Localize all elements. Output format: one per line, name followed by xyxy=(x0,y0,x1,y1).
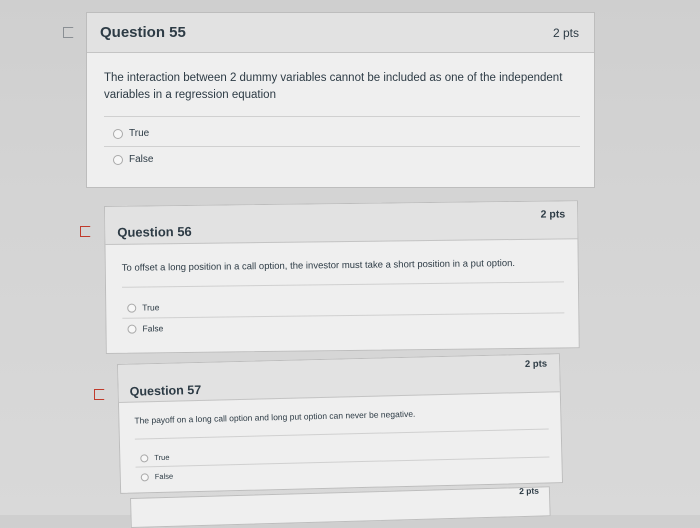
question-text: The interaction between 2 dummy variable… xyxy=(104,72,563,101)
question-text: The payoff on a long call option and lon… xyxy=(134,408,416,426)
question-title: Question 55 xyxy=(100,24,186,41)
divider xyxy=(104,146,580,147)
answer-option-true[interactable]: True xyxy=(113,128,149,139)
question-points: 2 pts xyxy=(518,485,540,497)
flag-question-icon[interactable] xyxy=(94,389,108,400)
answer-option-false[interactable]: False xyxy=(113,154,153,165)
answer-option-label: True xyxy=(129,128,150,139)
radio-button[interactable] xyxy=(113,154,123,165)
radio-button[interactable] xyxy=(140,472,149,481)
answer-option-label: False xyxy=(142,323,164,334)
divider xyxy=(121,281,564,288)
divider xyxy=(122,312,565,319)
flag-question-icon[interactable] xyxy=(63,27,77,38)
flag-question-icon[interactable] xyxy=(80,226,94,237)
question-card-56: Question 56 2 pts To offset a long posit… xyxy=(104,200,580,354)
question-header: Question 55 2 pts xyxy=(87,13,594,53)
radio-button[interactable] xyxy=(127,324,137,334)
question-card-next: 2 pts xyxy=(130,486,551,528)
question-points: 2 pts xyxy=(540,208,566,221)
question-card-55: Question 55 2 pts The interaction betwee… xyxy=(86,12,595,188)
question-text: To offset a long position in a call opti… xyxy=(121,257,516,274)
question-points: 2 pts xyxy=(552,26,579,40)
radio-button[interactable] xyxy=(140,453,149,462)
answer-option-false[interactable]: False xyxy=(140,471,174,482)
answer-option-label: False xyxy=(154,471,174,482)
divider xyxy=(104,116,580,117)
answer-option-true[interactable]: True xyxy=(127,302,160,313)
divider xyxy=(135,456,550,468)
divider xyxy=(134,428,549,440)
answer-option-label: True xyxy=(154,452,170,463)
radio-button[interactable] xyxy=(127,303,137,313)
radio-button[interactable] xyxy=(113,128,123,139)
question-header: Question 56 2 pts xyxy=(105,201,578,245)
question-title: Question 57 xyxy=(129,382,202,399)
question-header: Question 57 2 pts xyxy=(118,354,560,403)
answer-option-label: True xyxy=(142,302,160,313)
answer-option-true[interactable]: True xyxy=(140,452,170,463)
question-points: 2 pts xyxy=(524,358,548,371)
question-card-57: Question 57 2 pts The payoff on a long c… xyxy=(117,353,564,494)
question-title: Question 56 xyxy=(117,223,192,240)
answer-option-false[interactable]: False xyxy=(127,323,164,334)
answer-option-label: False xyxy=(129,154,154,165)
